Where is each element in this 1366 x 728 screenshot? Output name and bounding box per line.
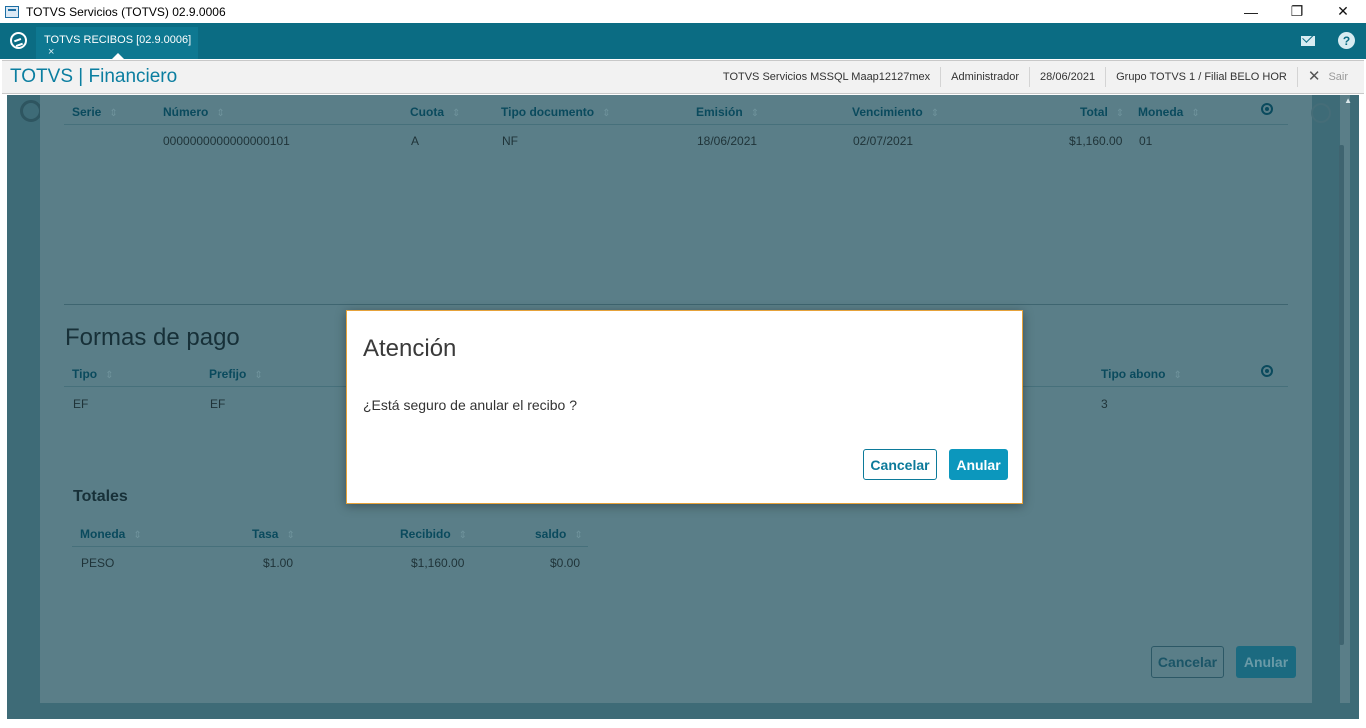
help-icon[interactable]: ? — [1338, 32, 1355, 49]
payments-section-title: Formas de pago — [65, 324, 240, 351]
sort-icon: ⇕ — [105, 370, 114, 381]
col-tasa[interactable]: Tasa ⇕ — [252, 527, 295, 541]
dialog-message: ¿Está seguro de anular el recibo ? — [363, 397, 578, 413]
dialog-title: Atención — [363, 335, 457, 362]
table-settings-gear-icon[interactable] — [1261, 103, 1273, 115]
scrollbar-thumb[interactable] — [1339, 145, 1344, 645]
sort-icon: ⇕ — [1191, 108, 1200, 119]
col-moneda[interactable]: Moneda ⇕ — [1138, 105, 1200, 119]
cell-vencimiento: 02/07/2021 — [853, 134, 914, 148]
user-label[interactable]: Administrador — [940, 67, 1029, 87]
totvs-logo-icon[interactable] — [10, 32, 27, 49]
col-tipo-abono[interactable]: Tipo abono ⇕ — [1101, 367, 1182, 381]
module-title: TOTVS | Financiero — [10, 66, 178, 87]
restore-button[interactable]: ❐ — [1274, 0, 1320, 23]
cell-tipo-documento: NF — [502, 134, 518, 148]
cell-totals-moneda: PESO — [81, 556, 115, 570]
payments-settings-gear-icon[interactable] — [1261, 365, 1273, 377]
sort-icon: ⇕ — [216, 108, 225, 119]
sort-icon: ⇕ — [574, 530, 583, 541]
cell-tipo: EF — [73, 397, 89, 411]
totals-table-header: Moneda ⇕ Tasa ⇕ Recibido ⇕ saldo ⇕ — [72, 519, 588, 547]
col-total[interactable]: Total ⇕ — [1080, 105, 1124, 119]
sort-icon: ⇕ — [1173, 370, 1182, 381]
window-titlebar: TOTVS Servicios (TOTVS) 02.9.0006 — ❐ ✕ — [0, 0, 1366, 23]
page-cancel-button: Cancelar — [1151, 646, 1224, 678]
col-vencimiento[interactable]: Vencimiento ⇕ — [852, 105, 939, 119]
col-tipo-documento[interactable]: Tipo documento ⇕ — [501, 105, 611, 119]
sort-icon: ⇕ — [458, 530, 468, 541]
documents-table-header: Serie ⇕ Número ⇕ Cuota ⇕ Tipo documento ⇕ Em… — [64, 97, 1288, 125]
background-user-icon — [1311, 103, 1331, 123]
cell-tasa: $1.00 — [263, 556, 294, 570]
col-totals-moneda[interactable]: Moneda ⇕ — [80, 527, 142, 541]
module-header: TOTVS | Financiero TOTVS Servicios MSSQL… — [2, 60, 1364, 94]
cell-prefijo: EF — [210, 397, 226, 411]
cell-moneda: 01 — [1139, 134, 1153, 148]
minimize-button[interactable]: — — [1228, 0, 1274, 23]
sort-icon: ⇕ — [602, 108, 611, 119]
cell-recibido: $1,160.00 — [411, 556, 465, 570]
cell-total: $1,160.00 — [1069, 134, 1123, 148]
confirm-void-dialog: Atención ¿Está seguro de anular el recib… — [346, 310, 1023, 504]
sort-icon: ⇕ — [1115, 108, 1125, 119]
active-tab-caret-icon — [112, 53, 124, 59]
window-title: TOTVS Servicios (TOTVS) 02.9.0006 — [26, 4, 226, 19]
sort-icon: ⇕ — [133, 530, 142, 541]
branch-label[interactable]: Grupo TOTVS 1 / Filial BELO HOR — [1105, 67, 1297, 87]
logout-label: Sair — [1328, 71, 1348, 83]
app-tabbar: TOTVS RECIBOS [02.9.0006] × ? — [0, 23, 1366, 59]
header-info: TOTVS Servicios MSSQL Maap12127mex Admin… — [713, 61, 1358, 93]
cell-tipo-abono: 3 — [1101, 397, 1108, 411]
scroll-up-icon[interactable]: ▲ — [1344, 96, 1352, 105]
page-void-button: Anular — [1236, 646, 1296, 678]
window-controls: — ❐ ✕ — [1228, 0, 1366, 23]
logout-icon: ✕ — [1307, 68, 1321, 85]
cell-numero: 0000000000000000101 — [163, 134, 290, 148]
window-bottom-edge — [7, 719, 1359, 728]
col-numero[interactable]: Número ⇕ — [163, 105, 225, 119]
cell-saldo: $0.00 — [550, 556, 581, 570]
sort-icon: ⇕ — [930, 108, 940, 119]
dialog-cancel-button[interactable]: Cancelar — [863, 449, 937, 480]
cell-cuota: A — [411, 134, 420, 148]
section-divider — [64, 304, 1288, 305]
sort-icon: ⇕ — [109, 108, 118, 119]
environment-label[interactable]: TOTVS Servicios MSSQL Maap12127mex — [713, 67, 940, 87]
tab-close-icon[interactable]: × — [48, 46, 54, 58]
col-prefijo[interactable]: Prefijo ⇕ — [209, 367, 263, 381]
dialog-confirm-void-button[interactable]: Anular — [949, 449, 1008, 480]
sort-icon: ⇕ — [452, 108, 461, 119]
background-logo-icon — [20, 100, 42, 122]
tab-label: TOTVS RECIBOS [02.9.0006] — [44, 34, 192, 46]
mail-icon[interactable] — [1299, 32, 1316, 49]
app-window-icon — [5, 5, 19, 18]
sort-icon: ⇕ — [750, 108, 760, 119]
date-label[interactable]: 28/06/2021 — [1029, 67, 1105, 87]
sort-icon: ⇕ — [254, 370, 263, 381]
logout-button[interactable]: ✕ Sair — [1296, 67, 1358, 87]
col-emision[interactable]: Emisión ⇕ — [696, 105, 759, 119]
close-window-button[interactable]: ✕ — [1320, 0, 1366, 23]
col-cuota[interactable]: Cuota ⇕ — [410, 105, 460, 119]
col-tipo[interactable]: Tipo ⇕ — [72, 367, 114, 381]
totals-section-title: Totales — [73, 488, 128, 505]
sort-icon: ⇕ — [286, 530, 295, 541]
col-recibido[interactable]: Recibido ⇕ — [400, 527, 467, 541]
cell-emision: 18/06/2021 — [697, 134, 758, 148]
col-serie[interactable]: Serie ⇕ — [72, 105, 118, 119]
tab-totvs-recibos[interactable]: TOTVS RECIBOS [02.9.0006] × — [36, 27, 198, 59]
col-saldo[interactable]: saldo ⇕ — [535, 527, 583, 541]
